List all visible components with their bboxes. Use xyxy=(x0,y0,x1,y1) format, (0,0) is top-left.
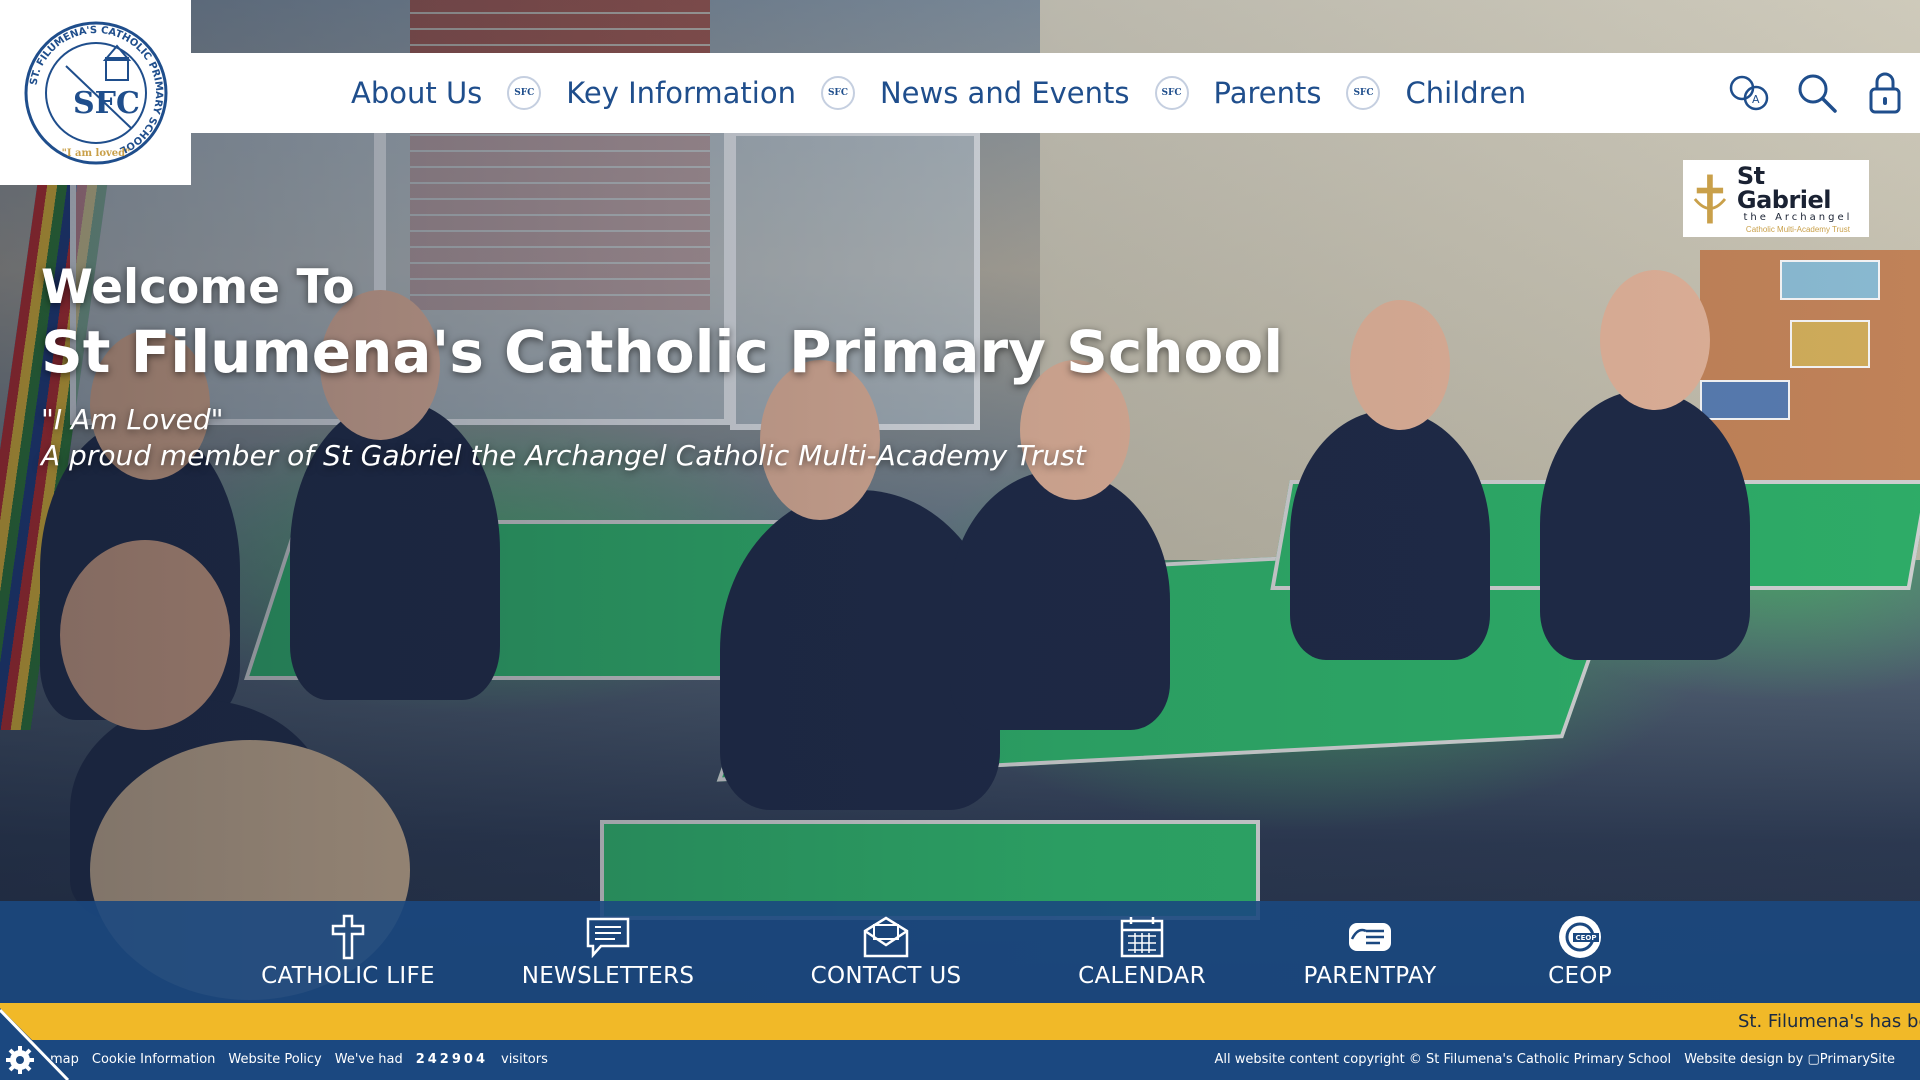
quick-link-label: CATHOLIC LIFE xyxy=(261,963,435,989)
school-logo[interactable]: ST. FILUMENA'S CATHOLIC PRIMARY SCHOOL S… xyxy=(0,0,191,185)
logo-initials: SFC xyxy=(73,86,140,121)
trust-tagline: Catholic Multi-Academy Trust xyxy=(1745,224,1850,234)
trust-subname: the Archangel xyxy=(1743,211,1853,223)
footer-copyright: All website content copyright © St Filum… xyxy=(1214,1052,1672,1067)
site-footer: map Cookie Information Website Policy We… xyxy=(0,1040,1920,1080)
school-motto: "I Am Loved" xyxy=(41,403,224,436)
wallet-icon xyxy=(1349,923,1391,951)
trust-badge[interactable]: St Gabriel the Archangel Catholic Multi-… xyxy=(1683,160,1869,237)
nav-separator-logo-icon: SFC xyxy=(820,76,855,110)
quick-link-label: CONTACT US xyxy=(810,963,962,989)
primarysite-logo-icon: ▢ xyxy=(1807,1052,1820,1067)
quick-link-ceop[interactable]: CEOP CEOP xyxy=(1480,901,1680,1003)
ceop-icon: CEOP xyxy=(1559,916,1601,958)
lock-icon xyxy=(1869,72,1901,114)
quick-links-bar: CATHOLIC LIFE NEWSLETTERS CONTACT US CAL… xyxy=(0,901,1920,1003)
translate-icon: A xyxy=(1729,75,1769,111)
quick-link-parentpay[interactable]: PARENTPAY xyxy=(1270,901,1470,1003)
school-name-heading: St Filumena's Catholic Primary School xyxy=(41,318,1284,386)
search-icon xyxy=(1798,74,1837,113)
quick-link-catholic-life[interactable]: CATHOLIC LIFE xyxy=(248,901,448,1003)
login-button[interactable] xyxy=(1862,70,1908,116)
news-ticker[interactable]: St. Filumena's has be xyxy=(0,1003,1920,1040)
footer-policy-link[interactable]: Website Policy xyxy=(228,1052,321,1067)
nav-separator-logo-icon: SFC xyxy=(1346,76,1381,110)
nav-separator-logo-icon: SFC xyxy=(507,76,542,110)
quick-link-newsletters[interactable]: NEWSLETTERS xyxy=(508,901,708,1003)
quick-link-label: CEOP xyxy=(1548,963,1612,989)
cookie-settings-button[interactable] xyxy=(0,1008,72,1080)
quick-link-label: PARENTPAY xyxy=(1303,963,1437,989)
design-credit-brand: PrimarySite xyxy=(1819,1052,1895,1067)
trust-crest-icon xyxy=(1693,174,1727,223)
welcome-heading: Welcome To xyxy=(41,260,355,315)
visitor-counter-prefix: We've had xyxy=(334,1052,403,1067)
nav-parents[interactable]: Parents xyxy=(1214,76,1322,110)
school-crest-icon: ST. FILUMENA'S CATHOLIC PRIMARY SCHOOL S… xyxy=(24,21,167,164)
trust-membership-line: A proud member of St Gabriel the Archang… xyxy=(41,439,1086,472)
logo-motto: "I am loved" xyxy=(61,148,130,159)
quick-link-label: CALENDAR xyxy=(1078,963,1206,989)
calendar-icon xyxy=(1120,917,1164,958)
envelope-icon xyxy=(863,916,909,958)
hero-text-block: Welcome To St Filumena's Catholic Primar… xyxy=(41,258,1283,474)
visitor-count: 242904 xyxy=(415,1052,488,1067)
visitor-counter-suffix: visitors xyxy=(501,1052,548,1067)
nav-key-information[interactable]: Key Information xyxy=(566,76,796,110)
design-credit-prefix: Website design by xyxy=(1684,1052,1804,1067)
ticker-text: St. Filumena's has be xyxy=(1738,1011,1920,1032)
quick-link-contact-us[interactable]: CONTACT US xyxy=(786,901,986,1003)
footer-cookie-link[interactable]: Cookie Information xyxy=(92,1052,216,1067)
chat-icon xyxy=(586,917,630,958)
main-navigation: About Us SFC Key Information SFC News an… xyxy=(191,53,1920,133)
nav-about-us[interactable]: About Us xyxy=(351,76,482,110)
translate-button[interactable]: A xyxy=(1726,70,1772,116)
cross-icon xyxy=(331,914,365,960)
nav-separator-logo-icon: SFC xyxy=(1154,76,1189,110)
svg-text:A: A xyxy=(1752,93,1760,106)
quick-link-label: NEWSLETTERS xyxy=(521,963,695,989)
footer-design-credit[interactable]: Website design by ▢PrimarySite xyxy=(1684,1052,1895,1067)
search-button[interactable] xyxy=(1794,70,1840,116)
quick-link-calendar[interactable]: CALENDAR xyxy=(1042,901,1242,1003)
cookie-settings-gear-icon xyxy=(0,1008,72,1080)
nav-children[interactable]: Children xyxy=(1405,76,1526,110)
trust-name: St Gabriel xyxy=(1736,161,1832,214)
nav-news-and-events[interactable]: News and Events xyxy=(880,76,1130,110)
svg-text:CEOP: CEOP xyxy=(1576,934,1597,942)
